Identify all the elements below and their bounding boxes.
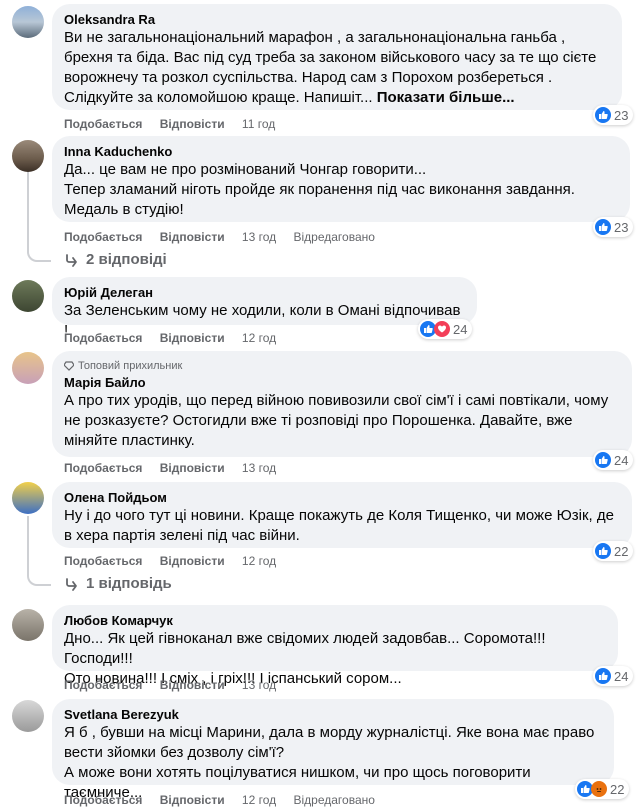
love-icon — [434, 321, 450, 337]
comment-bubble: Юрій Делеган За Зеленським чому не ходил… — [52, 277, 477, 339]
comment-time[interactable]: 13 год — [242, 461, 276, 475]
thread-line — [27, 172, 29, 248]
comment-actions: Подобається Відповісти 13 год — [64, 677, 290, 693]
show-more-link[interactable]: Показати більше... — [377, 89, 515, 106]
like-button[interactable]: Подобається — [64, 230, 142, 244]
reply-button[interactable]: Відповісти — [160, 230, 225, 244]
comment-time[interactable]: 13 год — [242, 678, 276, 692]
comment-bubble: Любов Комарчук Дно... Як цей гівноканал … — [52, 605, 618, 687]
comment-actions: Подобається Відповісти 13 год Відредагов… — [64, 229, 389, 245]
comment-text: Ви не загальнонаціональний марафон , а з… — [64, 28, 610, 108]
avatar[interactable] — [12, 280, 44, 312]
comment-bubble: Inna Kaduchenko Да... це вам не про розм… — [52, 136, 630, 222]
reactions-number: 22 — [610, 781, 625, 797]
comment-author[interactable]: Oleksandra Ra — [64, 12, 610, 28]
reply-button[interactable]: Відповісти — [160, 117, 225, 131]
view-replies-link[interactable]: 2 відповіді — [64, 251, 167, 268]
like-icon — [595, 219, 611, 235]
edited-label: Відредаговано — [293, 230, 375, 244]
like-button[interactable]: Подобається — [64, 793, 142, 807]
replies-count[interactable]: 1 відповідь — [86, 575, 172, 592]
comment-text: Ну і до чого тут ці новини. Краще покажу… — [64, 507, 614, 544]
comment-bubble: Oleksandra Ra Ви не загальнонаціональний… — [52, 4, 622, 110]
comment-bubble: Топовий прихильник Марія Байло А про тих… — [52, 351, 632, 457]
comment-actions: Подобається Відповісти 13 год — [64, 460, 290, 476]
comment-author[interactable]: Марія Байло — [64, 375, 620, 391]
comment-time[interactable]: 12 год — [242, 793, 276, 807]
avatar[interactable] — [12, 700, 44, 732]
reply-button[interactable]: Відповісти — [160, 678, 225, 692]
comment-time[interactable]: 13 год — [242, 230, 276, 244]
comment-author[interactable]: Олена Пойдьом — [64, 490, 620, 506]
thread-line — [27, 516, 29, 572]
comment-text: А про тих уродів, що перед війною повиво… — [64, 392, 609, 449]
like-button[interactable]: Подобається — [64, 554, 142, 568]
comment-actions: Подобається Відповісти 12 год — [64, 553, 290, 569]
reactions-number: 24 — [614, 452, 629, 468]
comment-bubble: Svetlana Berezyuk Я б , бувши на місці М… — [52, 699, 614, 801]
reactions-count[interactable]: 24 — [418, 319, 473, 339]
thread-curve — [27, 246, 51, 262]
like-button[interactable]: Подобається — [64, 678, 142, 692]
comment-time[interactable]: 12 год — [242, 331, 276, 345]
like-button[interactable]: Подобається — [64, 461, 142, 475]
reactions-count[interactable]: 22 — [593, 541, 634, 561]
reply-arrow-icon — [66, 577, 77, 591]
avatar[interactable] — [12, 140, 44, 172]
like-icon — [595, 107, 611, 123]
avatar[interactable] — [12, 6, 44, 38]
reactions-number: 23 — [614, 107, 629, 123]
comment-body: Ви не загальнонаціональний марафон , а з… — [64, 29, 597, 106]
reactions-count[interactable]: 24 — [593, 450, 634, 470]
comment-author[interactable]: Любов Комарчук — [64, 613, 606, 629]
comment-actions: Подобається Відповісти 12 год Відредагов… — [64, 792, 389, 808]
reply-button[interactable]: Відповісти — [160, 461, 225, 475]
like-button[interactable]: Подобається — [64, 117, 142, 131]
reactions-count[interactable]: 23 — [593, 217, 634, 237]
reply-button[interactable]: Відповісти — [160, 554, 225, 568]
reactions-count[interactable]: 23 — [593, 105, 634, 125]
comment-time[interactable]: 12 год — [242, 554, 276, 568]
reactions-number: 22 — [614, 543, 629, 559]
reply-arrow-icon — [66, 253, 77, 267]
thread-curve — [27, 570, 51, 586]
comment-bubble: Олена Пойдьом Ну і до чого тут ці новини… — [52, 482, 632, 548]
edited-label: Відредаговано — [293, 793, 375, 807]
avatar[interactable] — [12, 352, 44, 384]
reactions-number: 23 — [614, 219, 629, 235]
reactions-number: 24 — [453, 321, 468, 337]
like-icon — [595, 668, 611, 684]
comment-actions: Подобається Відповісти 11 год — [64, 116, 289, 132]
comment-author[interactable]: Inna Kaduchenko — [64, 144, 618, 160]
comment-time[interactable]: 11 год — [242, 117, 275, 131]
like-icon — [595, 452, 611, 468]
comment-actions: Подобається Відповісти 12 год — [64, 330, 290, 346]
angry-icon — [591, 781, 607, 797]
reactions-count[interactable]: 22 — [575, 779, 630, 799]
reactions-count[interactable]: 24 — [593, 666, 634, 686]
avatar[interactable] — [12, 482, 44, 514]
comment-text: Да... це вам не про розмінований Чонгар … — [64, 161, 575, 218]
reply-button[interactable]: Відповісти — [160, 793, 225, 807]
like-button[interactable]: Подобається — [64, 331, 142, 345]
comment-text: Я б , бувши на місці Марини, дала в морд… — [64, 724, 595, 801]
reply-button[interactable]: Відповісти — [160, 331, 225, 345]
top-fan-badge: Топовий прихильник — [64, 359, 620, 373]
avatar[interactable] — [12, 609, 44, 641]
comment-author[interactable]: Юрій Делеган — [64, 285, 465, 301]
view-replies-link[interactable]: 1 відповідь — [64, 575, 172, 592]
badge-label: Топовий прихильник — [78, 360, 183, 372]
reactions-number: 24 — [614, 668, 629, 684]
like-icon — [595, 543, 611, 559]
diamond-icon — [64, 361, 74, 371]
comment-author[interactable]: Svetlana Berezyuk — [64, 707, 602, 723]
replies-count[interactable]: 2 відповіді — [86, 251, 167, 268]
